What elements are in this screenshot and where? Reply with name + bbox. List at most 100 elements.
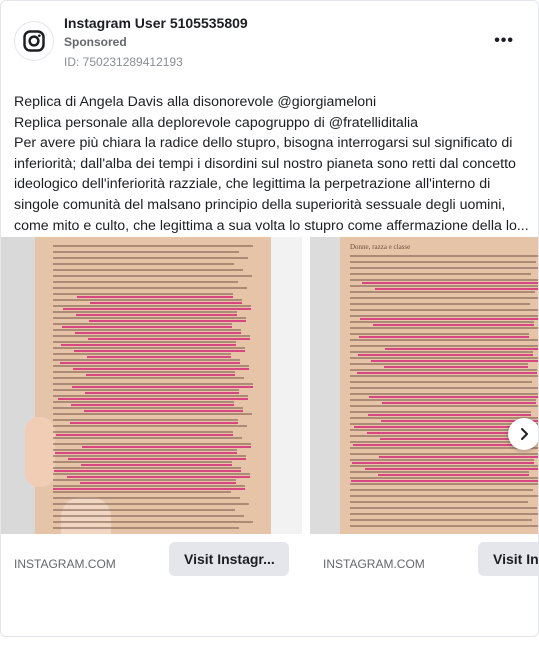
page-text-line <box>53 311 237 313</box>
page-text-line <box>53 245 253 247</box>
page-text-line <box>350 441 530 443</box>
page-text-line <box>350 267 538 269</box>
page-text-line <box>53 257 248 259</box>
ad-card: Instagram User 5105535809 Sponsored ID: … <box>0 0 539 637</box>
page-highlight <box>373 324 534 326</box>
page-text-line <box>53 383 253 385</box>
page-highlight <box>72 386 253 388</box>
body-line: Per avere più chiara la radice dello stu… <box>14 135 513 152</box>
page-text-line <box>350 447 538 449</box>
page-text-line <box>53 473 250 475</box>
page-text-line <box>53 323 232 325</box>
body-line: Replica di Angela Davis alla disonorevol… <box>14 94 377 110</box>
page-highlight <box>362 282 538 284</box>
page-running-header: Donne, razza e classe <box>350 243 411 251</box>
page-highlight <box>359 336 529 338</box>
page-highlight <box>369 396 538 398</box>
page-text-line <box>350 399 536 401</box>
page-highlight <box>74 350 245 352</box>
page-highlight <box>73 368 249 370</box>
page-text-line <box>53 491 231 493</box>
page-highlight <box>378 474 529 476</box>
visit-instagram-button[interactable]: Visit Ins <box>478 542 538 576</box>
book-page-photo[interactable] <box>1 237 302 534</box>
page-text-line <box>350 315 538 317</box>
body-line: inferiorità; dall'alba dei tempi i disor… <box>14 155 516 172</box>
page-highlight <box>375 288 538 290</box>
page-highlight <box>61 344 236 346</box>
page-highlight <box>75 332 241 334</box>
page-text-line <box>53 365 249 367</box>
page-highlight <box>76 314 237 316</box>
page-text-line <box>53 425 247 427</box>
instagram-logo-icon[interactable] <box>14 21 54 61</box>
page-text-line <box>53 461 232 463</box>
body-line: ideologico dell'inferiorità razziale, ch… <box>14 176 491 193</box>
carousel-card[interactable]: INSTAGRAM.COM Visit Instagr... <box>1 237 302 587</box>
carousel-next-button[interactable] <box>508 418 538 450</box>
page-highlight <box>54 470 241 472</box>
visit-instagram-button[interactable]: Visit Instagr... <box>169 542 289 576</box>
page-text-line <box>350 327 538 329</box>
page-text-line <box>53 521 253 523</box>
page-text-line <box>53 299 242 301</box>
link-domain: INSTAGRAM.COM <box>323 557 425 571</box>
page-highlight <box>77 296 233 298</box>
post-header: Instagram User 5105535809 Sponsored ID: … <box>1 1 538 81</box>
page-highlight <box>89 320 246 322</box>
page-text-line <box>350 375 538 377</box>
page-text-line <box>53 347 245 349</box>
page-text-line <box>350 459 534 461</box>
book-page-photo[interactable]: Donne, razza e classe <box>310 237 538 534</box>
page-text-line <box>350 417 538 419</box>
page-text-line <box>53 449 237 451</box>
page-highlight <box>71 404 234 406</box>
page-highlight <box>55 452 237 454</box>
page-highlight <box>384 366 528 368</box>
page-highlight <box>365 468 538 470</box>
page-text-line <box>350 501 528 503</box>
page-text-line <box>350 357 538 359</box>
page-text-line <box>53 443 251 445</box>
body-line[interactable]: come mito e culto, che legittima a sua v… <box>14 216 529 237</box>
post-body: Replica di Angela Davis alla disonorevol… <box>14 92 529 236</box>
page-text-line <box>53 479 236 481</box>
page-text-line <box>350 465 538 467</box>
page-highlight <box>86 374 235 376</box>
page-highlight <box>385 348 538 350</box>
page-highlight <box>68 458 246 460</box>
page-highlight <box>63 308 251 310</box>
page-text-line <box>350 285 538 287</box>
page-text-line <box>53 293 233 295</box>
page-text-line <box>350 369 537 371</box>
page-text-line <box>53 467 241 469</box>
page-text-line <box>53 527 239 529</box>
page-highlight <box>84 410 243 412</box>
author-name[interactable]: Instagram User 5105535809 <box>64 15 248 31</box>
page-text-line <box>350 261 536 263</box>
page-text-line <box>53 377 244 379</box>
page-highlight <box>371 360 538 362</box>
page-highlight <box>82 446 251 448</box>
page-highlight <box>358 354 533 356</box>
page-text-line <box>53 359 240 361</box>
page-highlight <box>379 456 538 458</box>
page-text-line <box>350 483 538 485</box>
page-text-line <box>53 251 239 253</box>
page-text-line <box>53 371 235 373</box>
more-horizontal-icon[interactable]: ••• <box>494 32 514 50</box>
page-text-line <box>350 339 538 341</box>
page-text-line <box>350 405 538 407</box>
page-text-line <box>350 273 531 275</box>
page-text-line <box>53 437 242 439</box>
page-text-line <box>350 495 538 497</box>
page-text-line <box>350 363 528 365</box>
page-text-line <box>53 395 248 397</box>
page-text-line <box>350 291 535 293</box>
page-text-line <box>53 431 233 433</box>
carousel-card[interactable]: Donne, razza e classe INSTAGRAM.COM Visi… <box>310 237 538 587</box>
page-text-line <box>350 255 538 257</box>
page-highlight <box>70 422 238 424</box>
page-highlight <box>58 398 248 400</box>
page-highlight <box>88 338 250 340</box>
